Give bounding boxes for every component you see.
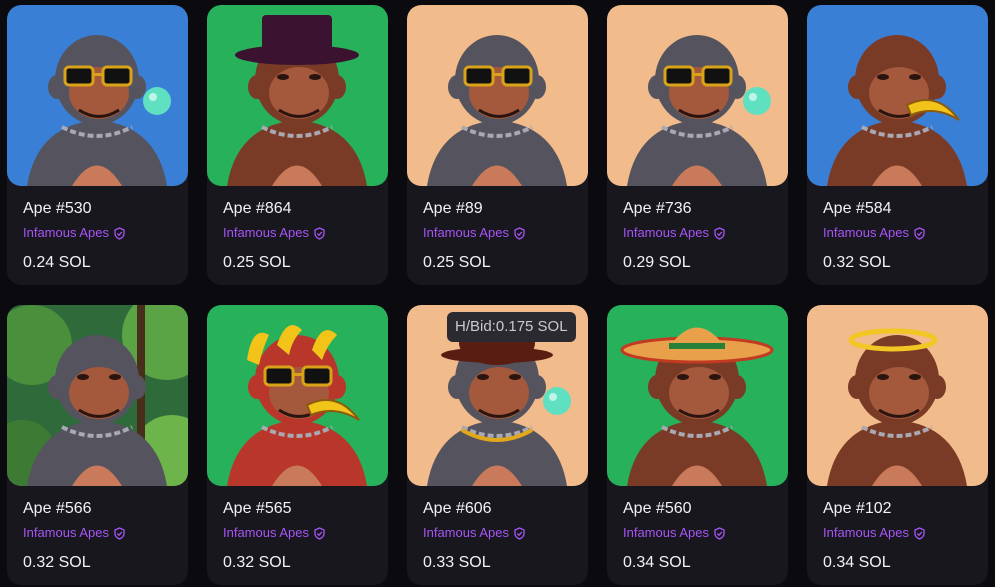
collection-name: Infamous Apes [223, 525, 309, 540]
nft-info: Ape #736 Infamous Apes 0.29 SOL [623, 199, 778, 273]
collection-link[interactable]: Infamous Apes [623, 525, 778, 541]
nft-name: Ape #606 [423, 500, 492, 517]
collection-link[interactable]: Infamous Apes [423, 225, 578, 241]
nft-info: Ape #89 Infamous Apes 0.25 SOL [423, 199, 578, 273]
nft-card[interactable]: Ape #89 Infamous Apes 0.25 SOL [407, 5, 588, 285]
nft-price: 0.32 SOL [223, 554, 291, 571]
nft-card[interactable]: Ape #864 Infamous Apes 0.25 SOL [207, 5, 388, 285]
nft-price: 0.32 SOL [823, 254, 891, 271]
nft-card[interactable]: Ape #565 Infamous Apes 0.32 SOL [207, 305, 388, 585]
nft-card[interactable]: Ape #736 Infamous Apes 0.29 SOL [607, 5, 788, 285]
nft-info: Ape #864 Infamous Apes 0.25 SOL [223, 199, 378, 273]
nft-image[interactable] [207, 305, 388, 486]
collection-link[interactable]: Infamous Apes [223, 225, 378, 241]
verified-badge-icon [513, 526, 526, 540]
nft-name: Ape #530 [23, 200, 92, 217]
nft-price: 0.34 SOL [823, 554, 891, 571]
collection-name: Infamous Apes [823, 225, 909, 240]
nft-info: Ape #102 Infamous Apes 0.34 SOL [823, 499, 978, 573]
nft-info: Ape #565 Infamous Apes 0.32 SOL [223, 499, 378, 573]
nft-price: 0.29 SOL [623, 254, 691, 271]
nft-price: 0.25 SOL [223, 254, 291, 271]
nft-card[interactable]: Ape #566 Infamous Apes 0.32 SOL [7, 305, 188, 585]
nft-image[interactable] [807, 305, 988, 486]
collection-link[interactable]: Infamous Apes [23, 525, 178, 541]
verified-badge-icon [113, 526, 126, 540]
verified-badge-icon [913, 226, 926, 240]
nft-price: 0.33 SOL [423, 554, 491, 571]
nft-info: Ape #584 Infamous Apes 0.32 SOL [823, 199, 978, 273]
nft-grid: Ape #530 Infamous Apes 0.24 SOL Ape #864 I… [0, 0, 995, 587]
nft-name: Ape #89 [423, 200, 483, 217]
nft-card[interactable]: Ape #530 Infamous Apes 0.24 SOL [7, 5, 188, 285]
collection-name: Infamous Apes [23, 525, 109, 540]
verified-badge-icon [313, 226, 326, 240]
collection-name: Infamous Apes [423, 225, 509, 240]
nft-card[interactable]: Ape #560 Infamous Apes 0.34 SOL [607, 305, 788, 585]
nft-name: Ape #864 [223, 200, 292, 217]
collection-link[interactable]: Infamous Apes [423, 525, 578, 541]
nft-price: 0.32 SOL [23, 554, 91, 571]
nft-image[interactable] [207, 5, 388, 186]
collection-name: Infamous Apes [23, 225, 109, 240]
nft-card[interactable]: Ape #584 Infamous Apes 0.32 SOL [807, 5, 988, 285]
collection-name: Infamous Apes [423, 525, 509, 540]
verified-badge-icon [513, 226, 526, 240]
collection-name: Infamous Apes [623, 525, 709, 540]
verified-badge-icon [113, 226, 126, 240]
collection-name: Infamous Apes [623, 225, 709, 240]
nft-info: Ape #560 Infamous Apes 0.34 SOL [623, 499, 778, 573]
collection-link[interactable]: Infamous Apes [23, 225, 178, 241]
nft-name: Ape #565 [223, 500, 292, 517]
verified-badge-icon [313, 526, 326, 540]
collection-link[interactable]: Infamous Apes [623, 225, 778, 241]
nft-name: Ape #102 [823, 500, 892, 517]
nft-name: Ape #584 [823, 200, 892, 217]
nft-image[interactable] [7, 5, 188, 186]
nft-image[interactable] [407, 5, 588, 186]
nft-card[interactable]: Ape #606 Infamous Apes 0.33 SOL [407, 305, 588, 585]
nft-name: Ape #566 [23, 500, 92, 517]
nft-name: Ape #560 [623, 500, 692, 517]
nft-image[interactable] [607, 305, 788, 486]
nft-info: Ape #566 Infamous Apes 0.32 SOL [23, 499, 178, 573]
verified-badge-icon [713, 526, 726, 540]
nft-info: Ape #606 Infamous Apes 0.33 SOL [423, 499, 578, 573]
nft-image[interactable] [807, 5, 988, 186]
nft-price: 0.34 SOL [623, 554, 691, 571]
highest-bid-tooltip: H/Bid:0.175 SOL [447, 312, 576, 342]
nft-image[interactable] [607, 5, 788, 186]
nft-price: 0.24 SOL [23, 254, 91, 271]
nft-image[interactable] [7, 305, 188, 486]
collection-link[interactable]: Infamous Apes [823, 225, 978, 241]
nft-name: Ape #736 [623, 200, 692, 217]
verified-badge-icon [713, 226, 726, 240]
nft-info: Ape #530 Infamous Apes 0.24 SOL [23, 199, 178, 273]
verified-badge-icon [913, 526, 926, 540]
collection-name: Infamous Apes [823, 525, 909, 540]
collection-link[interactable]: Infamous Apes [223, 525, 378, 541]
nft-card[interactable]: Ape #102 Infamous Apes 0.34 SOL [807, 305, 988, 585]
nft-price: 0.25 SOL [423, 254, 491, 271]
collection-link[interactable]: Infamous Apes [823, 525, 978, 541]
collection-name: Infamous Apes [223, 225, 309, 240]
